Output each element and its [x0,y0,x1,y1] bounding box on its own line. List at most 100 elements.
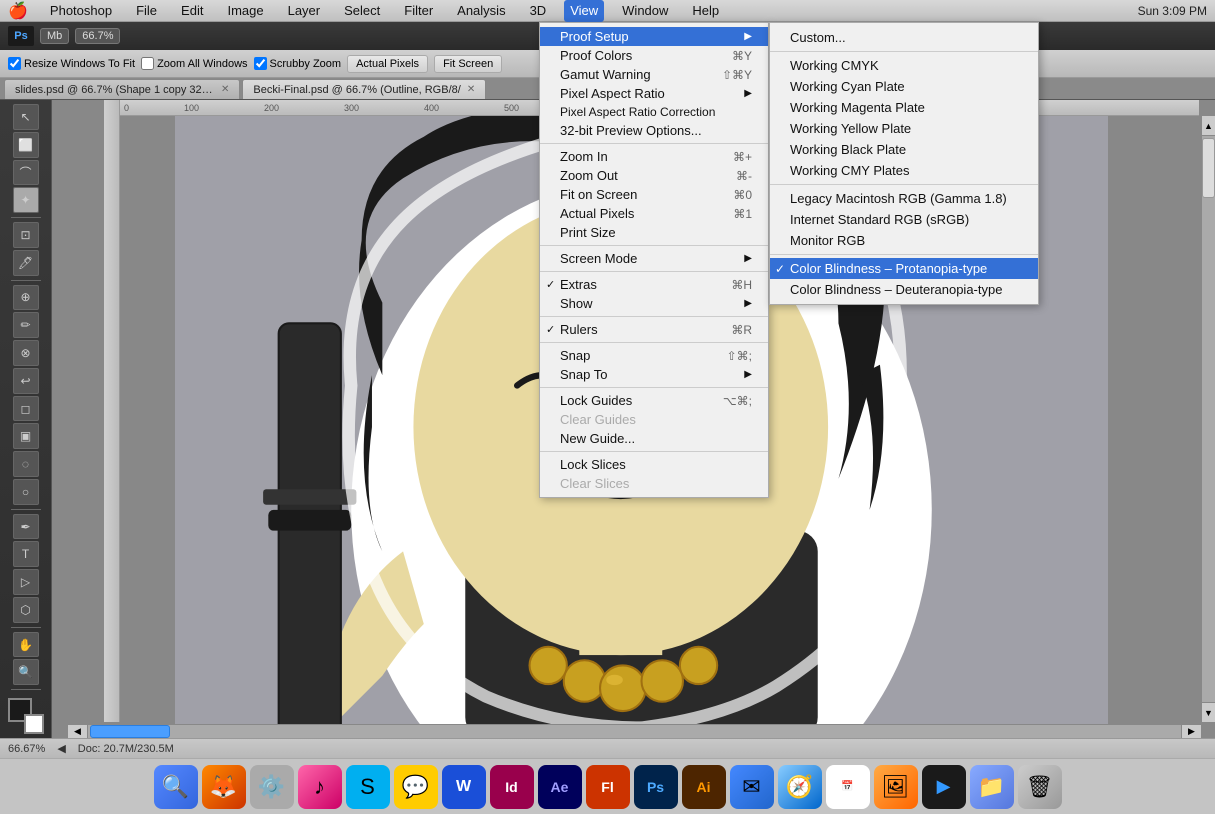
zoom-btn[interactable]: 66.7% [75,28,120,44]
mb-btn[interactable]: Mb [40,28,69,44]
menu-item-fit-on-screen[interactable]: Fit on Screen ⌘0 [540,185,768,204]
submenu-color-blindness-protanopia[interactable]: ✓ Color Blindness – Protanopia-type [770,258,1038,279]
healing-brush-tool[interactable]: ⊕ [13,285,39,311]
dock-calendar[interactable]: 📅 [826,765,870,809]
blur-tool[interactable]: ◌ [13,451,39,477]
dock-firefox[interactable]: 🦊 [202,765,246,809]
submenu-working-yellow[interactable]: Working Yellow Plate [770,118,1038,139]
submenu-working-magenta[interactable]: Working Magenta Plate [770,97,1038,118]
scroll-left-arrow[interactable]: ◀ [68,725,88,738]
menubar-help[interactable]: Help [686,0,725,22]
zoom-all-checkbox[interactable] [141,57,154,70]
resize-windows-checkbox[interactable] [8,57,21,70]
submenu-legacy-mac[interactable]: Legacy Macintosh RGB (Gamma 1.8) [770,188,1038,209]
menubar-3d[interactable]: 3D [524,0,553,22]
hand-tool[interactable]: ✋ [13,632,39,658]
move-tool[interactable]: ↖ [13,104,39,130]
eyedropper-tool[interactable]: 🖊 [13,250,39,276]
menubar-analysis[interactable]: Analysis [451,0,511,22]
menu-item-show[interactable]: Show ▶ [540,294,768,313]
dock-itunes[interactable]: ♪ [298,765,342,809]
dock-flash[interactable]: Fl [586,765,630,809]
scrollbar-horizontal[interactable]: ◀ ▶ [68,724,1201,738]
shape-tool[interactable]: ⬡ [13,597,39,623]
menu-item-gamut-warning[interactable]: Gamut Warning ⇧⌘Y [540,65,768,84]
scroll-h-thumb[interactable] [90,725,170,738]
eraser-tool[interactable]: ◻ [13,396,39,422]
crop-tool[interactable]: ⊡ [13,222,39,248]
menu-item-rulers[interactable]: ✓ Rulers ⌘R [540,320,768,339]
path-selection-tool[interactable]: ▷ [13,569,39,595]
scroll-thumb[interactable] [1202,138,1215,198]
submenu-color-blindness-deuteranopia[interactable]: Color Blindness – Deuteranopia-type [770,279,1038,300]
menubar-select[interactable]: Select [338,0,386,22]
tab-becki-close[interactable]: ✕ [467,84,475,95]
menu-item-snap-to[interactable]: Snap To ▶ [540,365,768,384]
actual-pixels-button[interactable]: Actual Pixels [347,55,428,73]
tab-becki[interactable]: Becki-Final.psd @ 66.7% (Outline, RGB/8/… [242,79,486,99]
brush-tool[interactable]: ✏ [13,312,39,338]
dock-indesign[interactable]: Id [490,765,534,809]
menu-item-new-guide[interactable]: New Guide... [540,429,768,448]
scrollbar-vertical[interactable]: ▲ ▼ [1201,116,1215,722]
fit-screen-button[interactable]: Fit Screen [434,55,502,73]
marquee-tool[interactable]: ⬜ [13,132,39,158]
tab-slides-close[interactable]: ✕ [221,84,229,95]
dock-safari[interactable]: 🧭 [778,765,822,809]
scroll-right-arrow[interactable]: ▶ [1181,725,1201,738]
dock-photoshop[interactable]: Ps [634,765,678,809]
gradient-tool[interactable]: ▣ [13,423,39,449]
menu-item-lock-slices[interactable]: Lock Slices [540,455,768,474]
menubar-window[interactable]: Window [616,0,674,22]
menu-item-zoom-in[interactable]: Zoom In ⌘+ [540,147,768,166]
menubar-edit[interactable]: Edit [175,0,209,22]
scrubby-zoom-label[interactable]: Scrubby Zoom [254,57,342,70]
zoom-tool[interactable]: 🔍 [13,659,39,685]
zoom-all-label[interactable]: Zoom All Windows [141,57,247,70]
dock-preview[interactable]: 🖼 [874,765,918,809]
menubar-filter[interactable]: Filter [398,0,439,22]
menu-item-extras[interactable]: ✓ Extras ⌘H [540,275,768,294]
submenu-monitor-rgb[interactable]: Monitor RGB [770,230,1038,251]
menubar-photoshop[interactable]: Photoshop [44,0,118,22]
submenu-working-cmyk[interactable]: Working CMYK [770,55,1038,76]
dock-skype[interactable]: S [346,765,390,809]
history-brush-tool[interactable]: ↩ [13,368,39,394]
menu-item-proof-colors[interactable]: Proof Colors ⌘Y [540,46,768,65]
submenu-custom[interactable]: Custom... [770,27,1038,48]
menubar-view[interactable]: View [564,0,604,22]
dock-illustrator[interactable]: Ai [682,765,726,809]
menu-item-zoom-out[interactable]: Zoom Out ⌘- [540,166,768,185]
magic-wand-tool[interactable]: ✦ [13,187,39,213]
menu-item-proof-setup[interactable]: Proof Setup ▶ [540,27,768,46]
submenu-working-cyan[interactable]: Working Cyan Plate [770,76,1038,97]
clone-stamp-tool[interactable]: ⊗ [13,340,39,366]
menubar-layer[interactable]: Layer [282,0,327,22]
tab-slides[interactable]: slides.psd @ 66.7% (Shape 1 copy 32, RGB… [4,79,240,99]
lasso-tool[interactable]: ⌒ [13,160,39,186]
dodge-tool[interactable]: ○ [13,479,39,505]
dock-adium[interactable]: 💬 [394,765,438,809]
submenu-working-cmy[interactable]: Working CMY Plates [770,160,1038,181]
navigator-arrow[interactable]: ◀ [57,742,65,755]
resize-windows-label[interactable]: Resize Windows To Fit [8,57,135,70]
menubar-file[interactable]: File [130,0,163,22]
background-color[interactable] [24,714,44,734]
menu-item-actual-pixels[interactable]: Actual Pixels ⌘1 [540,204,768,223]
scroll-down-arrow[interactable]: ▼ [1202,702,1215,722]
pen-tool[interactable]: ✒ [13,514,39,540]
menu-item-lock-guides[interactable]: Lock Guides ⌥⌘; [540,391,768,410]
dock-system[interactable]: ⚙️ [250,765,294,809]
dock-trash[interactable]: 🗑 [1018,765,1062,809]
menu-item-print-size[interactable]: Print Size [540,223,768,242]
menu-item-32bit-preview[interactable]: 32-bit Preview Options... [540,121,768,140]
dock-word[interactable]: W [442,765,486,809]
dock-aftereffects[interactable]: Ae [538,765,582,809]
menubar-image[interactable]: Image [221,0,269,22]
submenu-working-black[interactable]: Working Black Plate [770,139,1038,160]
color-swatches[interactable] [8,698,44,734]
menu-item-pixel-aspect-ratio[interactable]: Pixel Aspect Ratio ▶ [540,84,768,103]
text-tool[interactable]: T [13,541,39,567]
scrubby-zoom-checkbox[interactable] [254,57,267,70]
dock-quicktime[interactable]: ▶ [922,765,966,809]
